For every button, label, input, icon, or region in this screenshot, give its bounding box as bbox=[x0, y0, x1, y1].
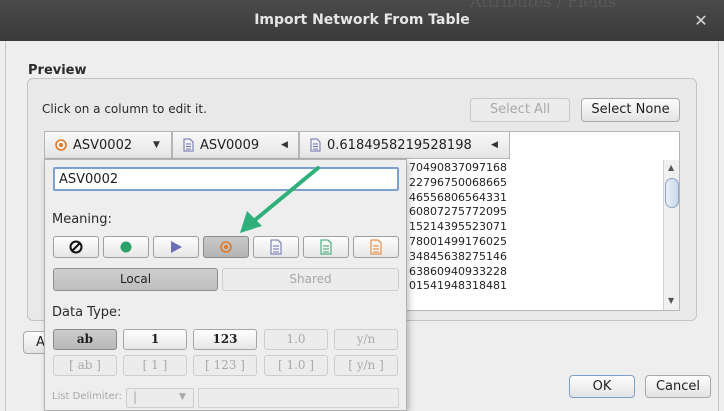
annotation-arrow bbox=[240, 166, 320, 233]
